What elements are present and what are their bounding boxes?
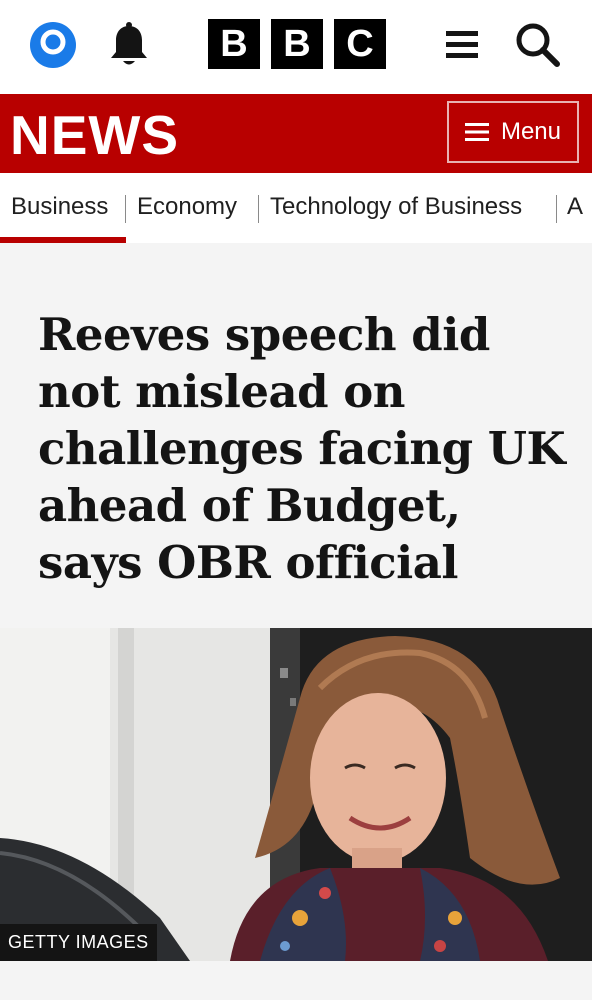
subnav-item-business[interactable]: Business xyxy=(11,173,108,243)
bbc-logo-block: C xyxy=(334,19,386,69)
bbc-logo-block: B xyxy=(208,19,260,69)
subnav-item-truncated[interactable]: A xyxy=(567,173,583,243)
section-subnav: Business Economy Technology of Business … xyxy=(0,173,592,243)
article-photo[interactable] xyxy=(0,628,592,961)
image-credit: GETTY IMAGES xyxy=(0,924,157,961)
subnav-divider xyxy=(125,195,126,223)
hamburger-menu-icon[interactable] xyxy=(445,27,479,61)
menu-lines-icon xyxy=(464,123,489,141)
article-headline: Reeves speech did not mislead on challen… xyxy=(38,308,566,589)
subnav-divider xyxy=(258,195,259,223)
top-bar: B B C xyxy=(0,0,592,94)
subnav-item-economy[interactable]: Economy xyxy=(137,173,237,243)
subnav-divider xyxy=(556,195,557,223)
bbc-logo-block: B xyxy=(271,19,323,69)
notifications-bell-icon[interactable] xyxy=(107,22,151,68)
section-title[interactable]: NEWS xyxy=(10,100,179,170)
menu-button[interactable]: Menu xyxy=(447,101,579,163)
subnav-active-indicator xyxy=(0,237,126,243)
search-icon[interactable] xyxy=(514,21,560,67)
news-banner: NEWS Menu xyxy=(0,94,592,173)
menu-button-label: Menu xyxy=(500,118,562,145)
account-icon[interactable] xyxy=(28,20,78,70)
article-photo-illustration xyxy=(0,628,592,961)
subnav-item-technology-of-business[interactable]: Technology of Business xyxy=(270,173,522,243)
bbc-logo[interactable]: B B C xyxy=(208,19,386,69)
